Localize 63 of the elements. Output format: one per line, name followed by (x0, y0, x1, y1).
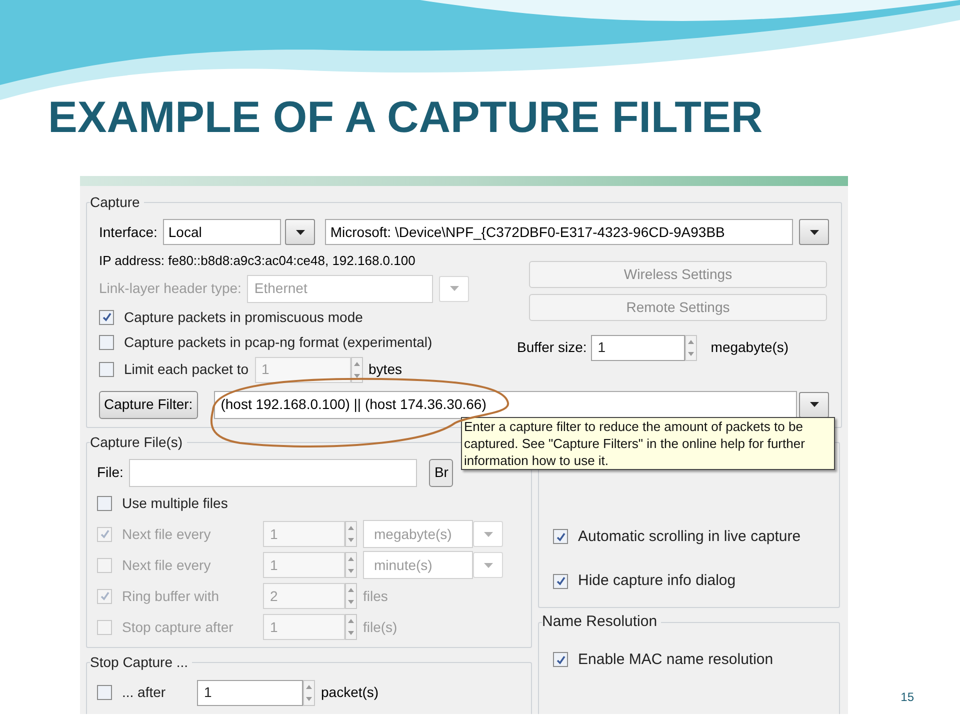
dropdown-arrow-icon (810, 402, 818, 407)
tooltip: Enter a capture filter to reduce the amount of packets to be captured. See "Capture Filters" in the online help for further information how to use it. (461, 417, 835, 470)
number-field[interactable]: 1 (254, 356, 351, 382)
file-path-field[interactable] (129, 458, 418, 486)
browse-button[interactable]: Br (429, 458, 454, 486)
checkbox-label: Limit each packet to (124, 360, 249, 379)
page-number: 15 (900, 689, 914, 706)
slide-title: EXAMPLE OF A CAPTURE FILTER (48, 92, 764, 144)
interface-label: Interface: (99, 222, 158, 242)
checkbox-label: Automatic scrolling in live capture (578, 526, 801, 546)
unit-label: packet(s) (321, 683, 379, 702)
dropdown-button[interactable] (799, 392, 829, 418)
interface-device-field[interactable]: Microsoft: \Device\NPF_{C372DBF0-E317-4323-96CD-9A93BB (325, 219, 793, 245)
dropdown-arrow-icon (484, 532, 492, 536)
spin-arrows-icon[interactable] (345, 521, 357, 547)
spin-arrows-icon[interactable] (684, 334, 697, 360)
interface-type-field[interactable]: Local (163, 219, 282, 245)
checkbox[interactable] (553, 652, 568, 668)
dropdown-arrow-icon (810, 230, 818, 234)
checkmark-icon (100, 591, 110, 601)
capture-filter-button[interactable]: Capture Filter: (99, 390, 198, 418)
checkmark-icon (100, 529, 110, 539)
file-label: File: (97, 463, 124, 482)
unit-label: file(s) (363, 618, 398, 637)
unit-label: megabyte(s) (710, 338, 789, 357)
checkbox-label: Enable MAC name resolution (578, 650, 774, 670)
spin-arrows-icon[interactable] (303, 680, 315, 706)
buffer-size-label: Buffer size: (517, 338, 587, 357)
dropdown-arrow-icon (450, 286, 459, 291)
checkbox-label: Next file every (122, 556, 211, 575)
checkbox-label: Capture packets in pcap-ng format (experimental) (124, 332, 432, 352)
checkbox-label: Ring buffer with (122, 586, 220, 606)
capture-filter-field[interactable]: (host 192.168.0.100) || (host 174.36.30.66) (214, 390, 797, 418)
checkbox[interactable] (99, 362, 114, 377)
spin-arrows-icon[interactable] (345, 614, 357, 640)
spin-arrows-icon[interactable] (345, 552, 357, 578)
checkbox[interactable] (99, 310, 114, 324)
checkbox-label: Capture packets in promiscuous mode (124, 308, 363, 327)
checkbox[interactable] (97, 496, 112, 511)
dropdown-arrow-icon (484, 562, 492, 568)
checkbox-label: Use multiple files (122, 494, 228, 513)
dropdown-button[interactable] (285, 219, 316, 245)
checkbox[interactable] (553, 529, 568, 544)
checkmark-icon (102, 312, 112, 322)
spin-arrows-icon[interactable] (345, 583, 357, 609)
checkbox-label: Hide capture info dialog (578, 571, 736, 591)
checkbox[interactable] (97, 685, 112, 700)
checkmark-icon (556, 532, 566, 542)
dropdown-button[interactable] (799, 219, 829, 245)
unit-label: files (363, 586, 388, 606)
ip-address-text: IP address: fe80::b8d8:a9c3:ac04:ce48, 192.168.0.100 (99, 252, 416, 270)
checkmark-icon (556, 654, 566, 665)
checkbox-label: Next file every (122, 524, 211, 544)
checkbox[interactable] (553, 574, 568, 589)
checkbox-label: ... after (122, 683, 166, 702)
checkbox[interactable] (99, 334, 114, 350)
unit-label: bytes (368, 360, 402, 379)
link-layer-label: Link-layer header type: (99, 279, 242, 298)
number-field[interactable]: 1 (197, 680, 303, 706)
checkmark-icon (556, 576, 566, 586)
number-field[interactable]: 1 (590, 334, 685, 360)
checkbox-label: Stop capture after (122, 618, 234, 637)
dropdown-arrow-icon (296, 230, 305, 234)
